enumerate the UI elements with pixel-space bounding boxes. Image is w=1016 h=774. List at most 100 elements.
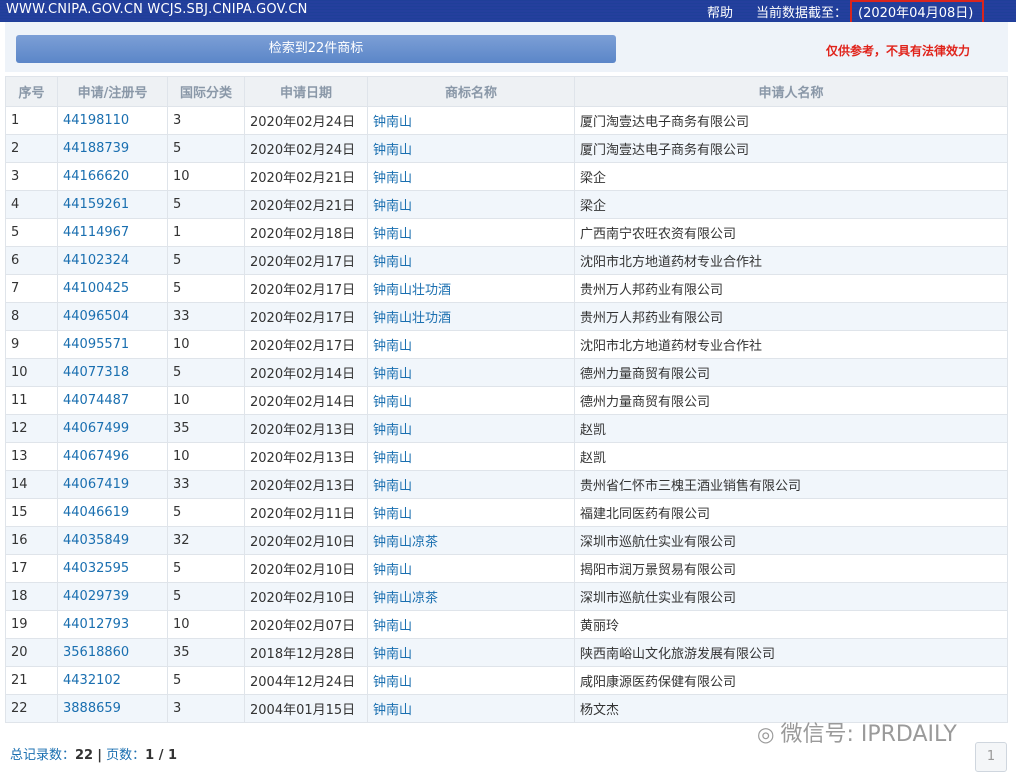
reg-number-link[interactable]: 44035849 — [57, 526, 168, 555]
table-row: 9 44095571 10 2020年02月17日 钟南山 沈阳市北方地道药材专业合作社 — [5, 330, 1008, 359]
reg-number-link[interactable]: 44102324 — [57, 246, 168, 275]
table-row: 1 44198110 3 2020年02月24日 钟南山 厦门淘壹达电子商务有限公司 — [5, 106, 1008, 135]
pages-value: 1 / 1 — [145, 748, 178, 763]
intl-class: 5 — [167, 498, 245, 527]
mark-name-link[interactable]: 钟南山 — [367, 190, 575, 219]
help-link[interactable]: 帮助 — [707, 2, 733, 21]
mark-name-link[interactable]: 钟南山凉茶 — [367, 582, 575, 611]
application-date: 2020年02月24日 — [244, 106, 368, 135]
reg-number-link[interactable]: 44095571 — [57, 330, 168, 359]
mark-name-link[interactable]: 钟南山 — [367, 386, 575, 415]
table-row: 7 44100425 5 2020年02月17日 钟南山壮功酒 贵州万人邦药业有限公司 — [5, 274, 1008, 303]
application-date: 2004年01月15日 — [244, 694, 368, 723]
reg-number-link[interactable]: 44029739 — [57, 582, 168, 611]
reg-number-link[interactable]: 44159261 — [57, 190, 168, 219]
trademark-results-table: 序号 申请/注册号 国际分类 申请日期 商标名称 申请人名称 1 44198110… — [5, 76, 1008, 723]
reg-number-link[interactable]: 4432102 — [57, 666, 168, 695]
reg-number-link[interactable]: 44067499 — [57, 414, 168, 443]
mark-name-link[interactable]: 钟南山 — [367, 694, 575, 723]
mark-name-link[interactable]: 钟南山凉茶 — [367, 526, 575, 555]
application-date: 2020年02月10日 — [244, 554, 368, 583]
reg-number-link[interactable]: 44032595 — [57, 554, 168, 583]
reg-number-link[interactable]: 44198110 — [57, 106, 168, 135]
applicant-name: 陕西南峪山文化旅游发展有限公司 — [574, 638, 1008, 667]
application-date: 2020年02月18日 — [244, 218, 368, 247]
page-button-current[interactable]: 1 — [975, 742, 1007, 772]
mark-name-link[interactable]: 钟南山 — [367, 246, 575, 275]
col-header-app-date[interactable]: 申请日期 — [244, 76, 368, 107]
row-index: 15 — [5, 498, 58, 527]
col-header-applicant[interactable]: 申请人名称 — [574, 76, 1008, 107]
mark-name-link[interactable]: 钟南山 — [367, 610, 575, 639]
mark-name-link[interactable]: 钟南山 — [367, 470, 575, 499]
record-summary: 总记录数：22 | 页数：1 / 1 — [10, 744, 177, 763]
mark-name-link[interactable]: 钟南山 — [367, 442, 575, 471]
reg-number-link[interactable]: 3888659 — [57, 694, 168, 723]
mark-name-link[interactable]: 钟南山 — [367, 106, 575, 135]
mark-name-link[interactable]: 钟南山 — [367, 414, 575, 443]
row-index: 7 — [5, 274, 58, 303]
mark-name-link[interactable]: 钟南山 — [367, 162, 575, 191]
col-header-intl-class[interactable]: 国际分类 — [167, 76, 245, 107]
search-result-bar[interactable]: 检索到22件商标 — [16, 35, 616, 63]
reg-number-link[interactable]: 44067419 — [57, 470, 168, 499]
reg-number-link[interactable]: 44188739 — [57, 134, 168, 163]
row-index: 5 — [5, 218, 58, 247]
mark-name-link[interactable]: 钟南山 — [367, 330, 575, 359]
data-as-of-label: 当前数据截至： — [756, 6, 848, 21]
row-index: 1 — [5, 106, 58, 135]
reg-number-link[interactable]: 44096504 — [57, 302, 168, 331]
reg-number-link[interactable]: 44100425 — [57, 274, 168, 303]
intl-class: 5 — [167, 554, 245, 583]
intl-class: 1 — [167, 218, 245, 247]
mark-name-link[interactable]: 钟南山 — [367, 218, 575, 247]
table-row: 13 44067496 10 2020年02月13日 钟南山 赵凯 — [5, 442, 1008, 471]
applicant-name: 德州力量商贸有限公司 — [574, 386, 1008, 415]
reg-number-link[interactable]: 44046619 — [57, 498, 168, 527]
table-row: 20 35618860 35 2018年12月28日 钟南山 陕西南峪山文化旅游发展有限公… — [5, 638, 1008, 667]
col-header-index: 序号 — [5, 76, 58, 107]
mark-name-link[interactable]: 钟南山 — [367, 134, 575, 163]
col-header-mark-name[interactable]: 商标名称 — [367, 76, 575, 107]
application-date: 2018年12月28日 — [244, 638, 368, 667]
total-records-value: 22 — [75, 748, 94, 763]
intl-class: 10 — [167, 162, 245, 191]
intl-class: 3 — [167, 694, 245, 723]
intl-class: 5 — [167, 134, 245, 163]
intl-class: 10 — [167, 330, 245, 359]
applicant-name: 咸阳康源医药保健有限公司 — [574, 666, 1008, 695]
separator: | — [97, 748, 102, 763]
application-date: 2020年02月13日 — [244, 414, 368, 443]
table-row: 5 44114967 1 2020年02月18日 钟南山 广西南宁农旺农资有限公司 — [5, 218, 1008, 247]
site-urls: WWW.CNIPA.GOV.CN WCJS.SBJ.CNIPA.GOV.CN — [6, 2, 308, 17]
reg-number-link[interactable]: 44166620 — [57, 162, 168, 191]
mark-name-link[interactable]: 钟南山 — [367, 638, 575, 667]
reg-number-link[interactable]: 44067496 — [57, 442, 168, 471]
row-index: 4 — [5, 190, 58, 219]
legal-disclaimer: 仅供参考，不具有法律效力 — [826, 44, 971, 58]
row-index: 13 — [5, 442, 58, 471]
mark-name-link[interactable]: 钟南山壮功酒 — [367, 274, 575, 303]
table-row: 4 44159261 5 2020年02月21日 钟南山 梁企 — [5, 190, 1008, 219]
table-header-row: 序号 申请/注册号 国际分类 申请日期 商标名称 申请人名称 — [5, 76, 1008, 107]
mark-name-link[interactable]: 钟南山 — [367, 498, 575, 527]
mark-name-link[interactable]: 钟南山 — [367, 666, 575, 695]
mark-name-link[interactable]: 钟南山壮功酒 — [367, 302, 575, 331]
col-header-reg-number[interactable]: 申请/注册号 — [57, 76, 168, 107]
total-records-label: 总记录数： — [10, 748, 76, 763]
reg-number-link[interactable]: 44012793 — [57, 610, 168, 639]
intl-class: 5 — [167, 190, 245, 219]
table-row: 21 4432102 5 2004年12月24日 钟南山 咸阳康源医药保健有限公司 — [5, 666, 1008, 695]
table-row: 19 44012793 10 2020年02月07日 钟南山 黄丽玲 — [5, 610, 1008, 639]
reg-number-link[interactable]: 44077318 — [57, 358, 168, 387]
reg-number-link[interactable]: 44114967 — [57, 218, 168, 247]
reg-number-link[interactable]: 44074487 — [57, 386, 168, 415]
mark-name-link[interactable]: 钟南山 — [367, 358, 575, 387]
row-index: 21 — [5, 666, 58, 695]
mark-name-link[interactable]: 钟南山 — [367, 554, 575, 583]
reg-number-link[interactable]: 35618860 — [57, 638, 168, 667]
table-row: 2 44188739 5 2020年02月24日 钟南山 厦门淘壹达电子商务有限公司 — [5, 134, 1008, 163]
application-date: 2020年02月17日 — [244, 302, 368, 331]
intl-class: 35 — [167, 414, 245, 443]
application-date: 2020年02月17日 — [244, 330, 368, 359]
